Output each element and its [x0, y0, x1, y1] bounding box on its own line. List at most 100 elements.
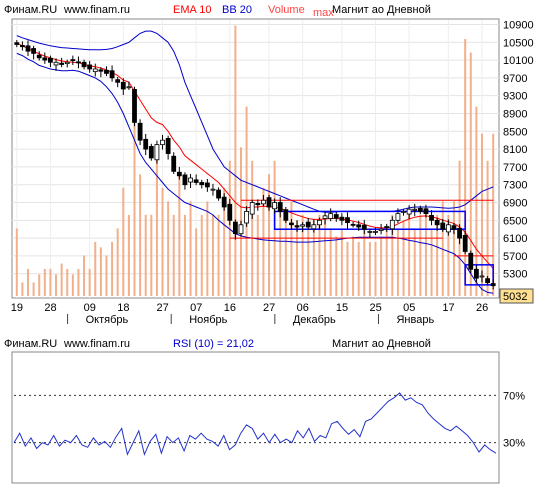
volume-bar [284, 214, 287, 296]
volume-bar [335, 236, 338, 296]
candle-body [384, 226, 390, 228]
candle-body [289, 222, 294, 226]
price-tick-label: 6100 [503, 233, 527, 245]
candle-body [261, 199, 266, 205]
volume-bar [256, 214, 259, 296]
candle-body [176, 171, 182, 177]
candle-body [25, 45, 31, 52]
candle-body [434, 219, 440, 226]
candle-body [199, 182, 205, 186]
volume-bar [150, 214, 153, 296]
volume-bar [71, 274, 74, 296]
candle-body [266, 197, 272, 208]
volume-bar [21, 282, 24, 296]
volume-bar [32, 282, 35, 296]
legend-ema: EMA 10 [173, 4, 212, 16]
volume-bar [211, 214, 214, 296]
volume-bar [368, 241, 371, 296]
volume-bar [38, 274, 41, 296]
day-tick-label: 16 [224, 302, 236, 314]
price-tick-label: 6500 [503, 215, 527, 227]
volume-bar [402, 220, 405, 296]
volume-bar [116, 228, 119, 296]
header-source: Финам.RU [4, 4, 57, 16]
day-tick-label: 19 [11, 302, 23, 314]
candle-body [440, 222, 446, 230]
candle-body [132, 89, 137, 123]
volume-bar [83, 255, 86, 296]
day-tick-label: 15 [336, 302, 348, 314]
candle-body [328, 213, 334, 219]
price-tick-label: 5300 [503, 269, 527, 281]
volume-bar [189, 201, 192, 296]
month-label: Январь [396, 314, 434, 326]
candle-body [367, 231, 373, 233]
candle-body [53, 61, 59, 66]
candle-body [378, 228, 384, 231]
volume-bar [251, 160, 254, 296]
candle-body [283, 209, 289, 221]
day-tick-label: 05 [403, 302, 415, 314]
volume-bar [217, 214, 220, 296]
volume-bar [77, 268, 80, 296]
candle-body [457, 227, 462, 239]
candle-body [445, 224, 451, 233]
day-tick-label: 26 [476, 302, 488, 314]
candle-body [232, 221, 238, 235]
candle-body [485, 278, 490, 284]
volume-bar [424, 214, 427, 296]
price-tick-label: 8900 [503, 108, 527, 120]
last-price-label: 5032 [503, 291, 527, 303]
volume-bar [200, 214, 203, 296]
candle-body [148, 146, 154, 159]
candle-body [395, 213, 401, 221]
volume-bar [127, 214, 130, 296]
candle-body [462, 235, 468, 252]
candle-body [137, 122, 143, 141]
candle-body [473, 268, 479, 279]
candle-body [356, 224, 362, 228]
volume-bar [374, 241, 377, 296]
legend-volume: Volume [268, 4, 305, 16]
price-tick-label: 9300 [503, 91, 527, 103]
candle-body [277, 202, 283, 212]
candle-body [210, 188, 216, 191]
day-tick-label: 25 [370, 302, 382, 314]
candle-body [182, 174, 188, 186]
volume-bar [49, 268, 52, 296]
volume-bar [486, 160, 489, 296]
volume-bar [15, 228, 18, 296]
month-label: Декабрь [293, 314, 336, 326]
volume-bar [133, 106, 136, 296]
rsi-chart-title: Магнит ао Дневной [332, 338, 431, 350]
candle-body [81, 61, 87, 68]
rsi-header-source: Финам.RU [4, 338, 57, 350]
candle-body [193, 179, 199, 183]
volume-bar [195, 228, 198, 296]
candle-body [126, 86, 132, 89]
volume-bar [464, 39, 467, 296]
candle-body [109, 70, 115, 79]
price-tick-label: 7300 [503, 180, 527, 192]
price-tick-label: 7700 [503, 162, 527, 174]
volume-bar [234, 25, 237, 297]
chart-title: Магнит ао Дневной [332, 4, 431, 16]
volume-bar [27, 268, 30, 296]
volume-bar [161, 187, 164, 296]
volume-bar [55, 274, 58, 296]
day-tick-label: 27 [157, 302, 169, 314]
volume-bar [206, 201, 209, 296]
volume-bar [172, 214, 175, 296]
volume-bar [245, 106, 248, 296]
candle-body [160, 139, 165, 146]
price-tick-label: 8500 [503, 126, 527, 138]
volume-bar [290, 201, 293, 296]
price-tick-label: 9700 [503, 73, 527, 85]
candle-body [389, 219, 395, 230]
candle-body [423, 208, 429, 215]
candle-body [76, 61, 81, 64]
candle-body [305, 221, 311, 228]
candle-body [92, 68, 98, 73]
candle-body [401, 211, 406, 213]
day-tick-label: 28 [44, 302, 56, 314]
